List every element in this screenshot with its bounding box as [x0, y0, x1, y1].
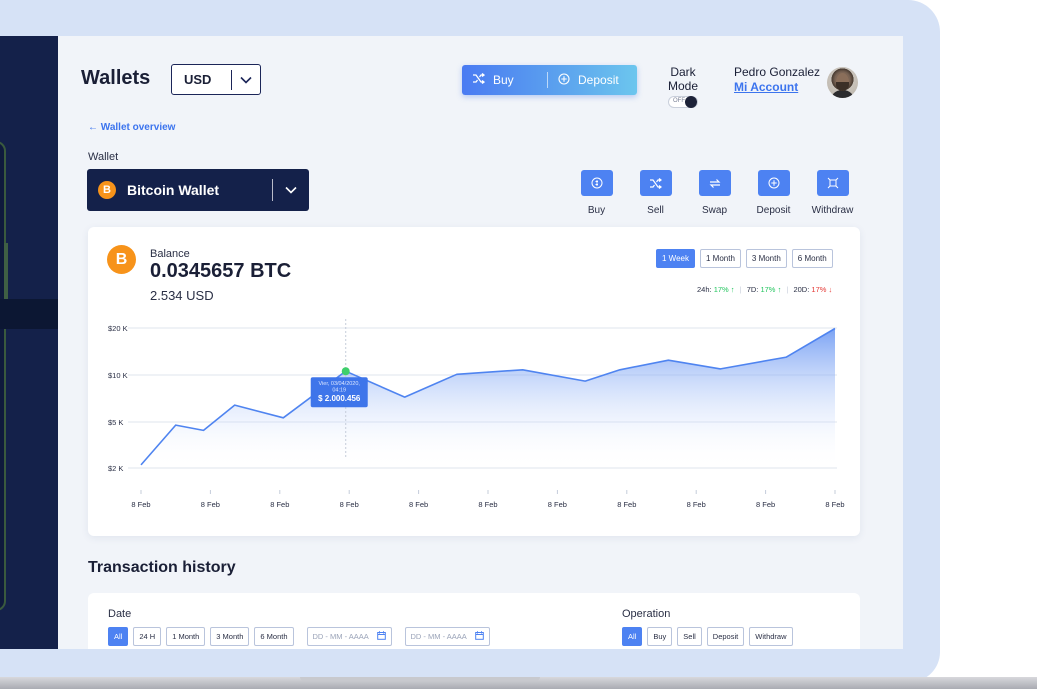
sidebar-active-item[interactable]	[0, 299, 58, 329]
x-tick-label: 8 Feb	[340, 500, 359, 509]
action-buy[interactable]: Buy	[567, 170, 626, 216]
operation-filter-deposit[interactable]: Deposit	[706, 627, 745, 646]
action-withdraw-label: Withdraw	[811, 205, 854, 216]
action-deposit[interactable]: Deposit	[744, 170, 803, 216]
y-tick-label: $2 K	[108, 464, 123, 473]
operation-filter-all[interactable]: All	[622, 627, 643, 646]
chevron-down-icon	[273, 181, 309, 199]
plus-circle-icon	[757, 170, 790, 196]
avatar[interactable]	[827, 67, 858, 98]
user-info: Pedro Gonzalez Mi Account	[734, 65, 820, 94]
operation-filter-withdraw[interactable]: Withdraw	[749, 627, 793, 646]
account-link[interactable]: Mi Account	[734, 80, 820, 94]
x-tick-label: 8 Feb	[270, 500, 289, 509]
x-tick-label: 8 Feb	[409, 500, 428, 509]
operation-filter-buy[interactable]: Buy	[647, 627, 673, 646]
currency-value: USD	[184, 72, 212, 87]
date-to-input[interactable]: DD - MM - AAAA	[404, 627, 490, 646]
buy-deposit-button-group: Buy Deposit	[462, 65, 637, 95]
header-buy-button[interactable]: Buy	[462, 65, 547, 95]
date-to-placeholder: DD - MM - AAAA	[410, 632, 467, 641]
tooltip-date: Vier, 03/04/2020,	[318, 381, 360, 387]
date-filter-6-month[interactable]: 6 Month	[254, 627, 294, 646]
x-tick-label: 8 Feb	[617, 500, 636, 509]
date-filter-all[interactable]: All	[108, 627, 129, 646]
withdraw-icon	[816, 170, 849, 196]
date-filter-label: Date	[108, 608, 132, 620]
action-sell[interactable]: Sell	[626, 170, 685, 216]
y-tick-label: $20 K	[108, 324, 128, 333]
dark-mode-control: Dark Mode OFF	[655, 65, 711, 108]
action-buy-label: Buy	[587, 205, 606, 216]
x-tick-label: 8 Feb	[756, 500, 775, 509]
avatar-shoulders	[830, 90, 855, 98]
page-title: Wallets	[81, 67, 151, 89]
calendar-icon	[376, 631, 386, 642]
operation-filter-label: Operation	[622, 608, 671, 620]
x-tick-label: 8 Feb	[825, 500, 844, 509]
header-deposit-label: Deposit	[578, 73, 619, 87]
tooltip-time: 04:19	[332, 388, 346, 394]
action-swap-label: Swap	[701, 205, 727, 216]
x-tick-label: 8 Feb	[687, 500, 706, 509]
action-sell-label: Sell	[647, 205, 664, 216]
y-tick-label: $5 K	[108, 418, 123, 427]
balance-chart-card: B Balance 0.0345657 BTC 2.534 USD 1 Week…	[88, 227, 860, 536]
wallet-label: Wallet	[88, 151, 119, 163]
toggle-state: OFF	[673, 98, 685, 104]
transaction-history-title: Transaction history	[88, 559, 236, 576]
phone-side-button	[4, 243, 8, 299]
swap-icon	[698, 170, 731, 196]
x-tick-label: 8 Feb	[548, 500, 567, 509]
header-deposit-button[interactable]: Deposit	[548, 65, 619, 95]
shuffle-icon	[639, 170, 672, 196]
tooltip-value: $ 2.000.456	[318, 394, 361, 403]
operation-filter-sell[interactable]: Sell	[677, 627, 702, 646]
series-area	[141, 328, 835, 468]
date-filter-24h[interactable]: 24 H	[133, 627, 162, 646]
transaction-filters: Date All 24 H 1 Month 3 Month 6 Month DD…	[88, 593, 860, 649]
date-filter-row: All 24 H 1 Month 3 Month 6 Month DD - MM…	[108, 627, 490, 646]
laptop-notch	[300, 677, 540, 681]
calendar-icon	[474, 631, 484, 642]
dark-mode-toggle[interactable]: OFF	[668, 96, 698, 108]
x-tick-label: 8 Feb	[131, 500, 150, 509]
wallet-select-value: Bitcoin Wallet	[127, 182, 220, 198]
coin-icon	[580, 170, 613, 196]
wallet-select[interactable]: B Bitcoin Wallet	[87, 169, 309, 211]
shuffle-icon	[472, 72, 486, 87]
tooltip-marker	[341, 367, 350, 376]
avatar-beard	[836, 82, 849, 91]
bitcoin-icon: B	[98, 181, 116, 199]
date-from-placeholder: DD - MM - AAAA	[312, 632, 369, 641]
wallet-actions: Buy Sell Swap Deposit Withdraw	[567, 170, 862, 216]
operation-filter-row: All Buy Sell Deposit Withdraw	[622, 627, 793, 646]
date-filter-1-month[interactable]: 1 Month	[166, 627, 206, 646]
balance-area-chart: $20 K $10 K $5 K $2 K 8 Feb 8 Feb 8 Feb 8 Feb 8…	[108, 319, 845, 509]
chevron-down-icon	[232, 71, 260, 89]
action-withdraw[interactable]: Withdraw	[803, 170, 862, 216]
toggle-knob	[685, 96, 697, 108]
currency-select[interactable]: USD	[171, 64, 261, 95]
sidebar	[0, 36, 58, 649]
header-buy-label: Buy	[493, 73, 514, 87]
plus-circle-icon	[558, 72, 570, 88]
dark-mode-label: Dark Mode	[667, 65, 699, 93]
action-deposit-label: Deposit	[756, 205, 791, 216]
action-swap[interactable]: Swap	[685, 170, 744, 216]
phone-edge	[0, 141, 8, 611]
app-screen: Wallets USD Buy Deposit Dark Mode OFF Pe…	[58, 36, 903, 649]
date-from-input[interactable]: DD - MM - AAAA	[306, 627, 392, 646]
x-tick-label: 8 Feb	[201, 500, 220, 509]
y-tick-label: $10 K	[108, 371, 128, 380]
wallet-overview-back-link[interactable]: ← Wallet overview	[88, 122, 175, 133]
user-name: Pedro Gonzalez	[734, 65, 821, 79]
laptop-base	[0, 677, 1037, 689]
date-filter-3-month[interactable]: 3 Month	[210, 627, 250, 646]
x-tick-label: 8 Feb	[478, 500, 497, 509]
